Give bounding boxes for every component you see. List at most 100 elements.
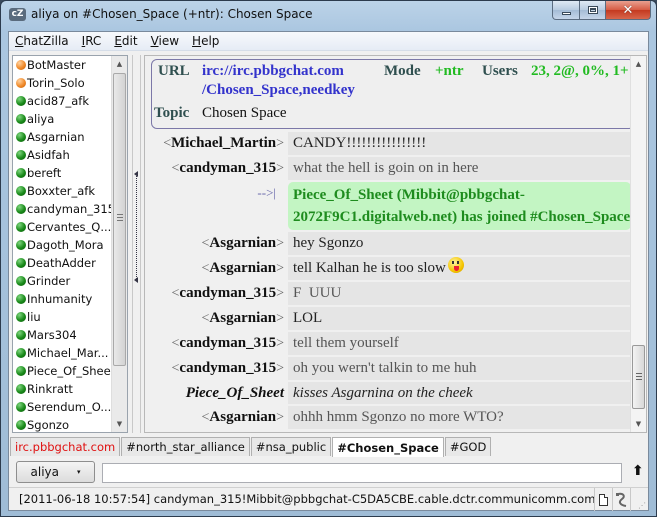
mode-label: Mode [384,63,421,79]
user-list-item[interactable]: Asgarnian [13,128,127,146]
app-window: cZ aliya on #Chosen_Space (+ntr): Chosen… [0,0,657,517]
user-list-item[interactable]: Michael_Mar... [13,344,127,362]
menu-edit[interactable]: Edit [114,34,137,48]
user-status-icon [16,258,26,268]
user-list-item[interactable]: Piece_Of_Sheet [13,362,127,380]
message-input[interactable] [102,463,622,483]
user-list-item[interactable]: Inhumanity [13,290,127,308]
nickname-button[interactable]: aliya ▾ [16,461,95,483]
status-bar: [2011-06-18 10:57:54] candyman_315!Mibbi… [9,487,648,511]
nick-link[interactable]: Asgarnian [209,235,276,251]
user-list-item[interactable]: acid87_afk [13,92,127,110]
user-list-item[interactable]: Torin_Solo [13,74,127,92]
channel-url-link-cont[interactable]: /Chosen_Space,needkey [202,82,355,99]
user-list-item[interactable]: Sgonzo [13,416,127,432]
title-bar[interactable]: cZ aliya on #Chosen_Space (+ntr): Chosen… [1,1,656,31]
nick-link[interactable]: candyman_315 [179,160,276,176]
maximize-button[interactable] [580,1,606,20]
client-area: ChatZilla IRC Edit View Help BotMaster Torin_… [8,31,649,511]
user-status-icon [16,168,26,178]
nick-link[interactable]: candyman_315 [179,360,276,376]
nick-bracket: > [276,236,284,251]
scroll-thumb[interactable] [113,73,126,366]
message-body: ohhh hmm Sgonzo no more WTO? [293,409,504,425]
chat-view[interactable]: URL irc://irc.pbbgchat.com /Chosen_Space… [144,55,647,433]
connection-status[interactable] [612,488,630,511]
user-list-item[interactable]: Cervantes_Q... [13,218,127,236]
nick-link[interactable]: Asgarnian [209,409,276,425]
splitter-grip[interactable] [136,173,137,281]
user-status-icon [16,330,26,340]
tab-chosen-space[interactable]: #Chosen_Space [332,437,444,457]
scroll-down-arrow-icon[interactable]: ▼ [631,416,646,432]
scroll-up-arrow-icon[interactable]: ▲ [112,56,127,72]
user-list-item[interactable]: Grinder [13,272,127,290]
nick-link[interactable]: candyman_315 [179,335,276,351]
message-sender: Piece_Of_Sheet [145,382,288,404]
chat-message: <Asgarnian> ohhh hmm Sgonzo no more WTO? [145,406,631,429]
message-body: tell Kalhan he is too slow [293,260,446,276]
user-list-item[interactable]: Serendum_O... [13,398,127,416]
multiline-toggle-icon[interactable]: ⬆ [632,463,644,479]
message-sender: <candyman_315> [145,357,288,380]
connection-plug-icon [615,492,626,507]
tab-irc-pbbgchat-com[interactable]: irc.pbbgchat.com [10,437,121,456]
tab-north-star-alliance[interactable]: #north_star_alliance [121,437,250,456]
message-body: oh you wern't talkin to me huh [293,360,477,376]
message-sender: <candyman_315> [145,332,288,355]
grip-icon [636,373,642,380]
close-button[interactable]: ✕ [606,1,651,20]
user-list-item[interactable]: liu [13,308,127,326]
user-list-splitter[interactable] [132,55,141,433]
minimize-button[interactable] [552,1,580,20]
scroll-down-arrow-icon[interactable]: ▼ [112,416,127,432]
collapse-left-arrow-icon[interactable] [134,277,138,283]
user-list-item[interactable]: DeathAdder [13,254,127,272]
user-list-item[interactable]: bereft [13,164,127,182]
menu-help[interactable]: Help [192,34,219,48]
menu-irc[interactable]: IRC [82,34,102,48]
user-nick: Asidfah [27,148,70,162]
menu-view[interactable]: View [151,34,179,48]
message-sender: <Michael_Martin> [145,132,288,155]
user-list[interactable]: BotMaster Torin_Solo acid87_afk aliya Asgarn… [12,55,128,433]
nick-link[interactable]: Asgarnian [209,310,276,326]
user-status-icon [16,150,26,160]
user-list-item[interactable]: Asidfah [13,146,127,164]
channel-url-link[interactable]: irc://irc.pbbgchat.com [202,63,344,80]
user-list-item[interactable]: Mars304 [13,326,127,344]
chevron-down-icon: ▾ [76,468,81,476]
nick-bracket: > [276,286,284,301]
security-status[interactable] [594,488,612,511]
topic-label: Topic [154,105,190,121]
message-text: hey Sgonzo [288,232,631,255]
user-nick: Torin_Solo [27,76,85,90]
url-label: URL [158,63,190,79]
nick-link[interactable]: Asgarnian [209,260,276,276]
user-list-item[interactable]: BotMaster [13,56,127,74]
menu-label-rest: elp [201,34,220,48]
nick-link[interactable]: Michael_Martin [171,135,276,151]
user-list-item[interactable]: aliya [13,110,127,128]
scroll-up-arrow-icon[interactable]: ▲ [631,56,646,72]
resize-grip-icon[interactable] [630,488,648,511]
menu-chatzilla[interactable]: ChatZilla [15,34,69,48]
user-list-scrollbar[interactable]: ▲ ▼ [111,56,127,432]
message-text: tell Kalhan he is too slow [288,257,631,280]
scroll-thumb[interactable] [632,345,645,409]
user-status-icon [16,240,26,250]
user-list-item[interactable]: Dagoth_Mora [13,236,127,254]
nick-link[interactable]: Piece_Of_Sheet [186,385,284,401]
user-status-icon [16,402,26,412]
tab-god[interactable]: #GOD [444,437,492,456]
message-sender: -->| [145,182,288,230]
nick-link[interactable]: candyman_315 [179,285,276,301]
chat-scrollbar[interactable]: ▲ ▼ [630,56,646,432]
user-list-item[interactable]: Rinkratt [13,380,127,398]
tab-nsa-public[interactable]: #nsa_public [250,437,332,456]
topic-value: Chosen Space [202,105,287,121]
message-body: Piece_Of_Sheet (Mibbit@pbbgchat-2072F9C1… [293,187,631,225]
user-list-item[interactable]: Boxxter_afk [13,182,127,200]
user-list-item[interactable]: candyman_315 [13,200,127,218]
status-text: [2011-06-18 10:57:54] candyman_315!Mibbi… [19,492,596,506]
